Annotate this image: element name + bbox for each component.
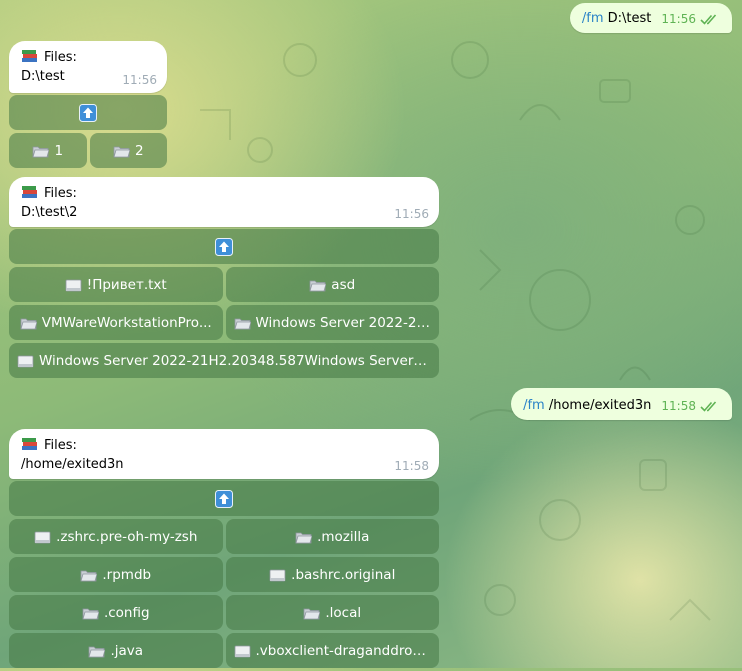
button-label: .mozilla	[317, 528, 370, 545]
command-link[interactable]: /fm	[523, 398, 545, 413]
folder-button[interactable]: .rpmdb	[9, 557, 223, 592]
keyboard-row: VMWareWorkstationPro... Windows Server 20…	[9, 305, 439, 340]
folder-button[interactable]: .local	[225, 595, 439, 630]
button-label: .java	[110, 642, 144, 659]
button-label: .bashrc.original	[291, 566, 396, 583]
file-button[interactable]: .bashrc.original	[225, 557, 439, 592]
keyboard-row: .zshrc.pre-oh-my-zsh .mozilla	[9, 519, 439, 554]
inline-keyboard: .zshrc.pre-oh-my-zsh .mozilla .rpmdb .bashr…	[9, 481, 439, 671]
button-label: .rpmdb	[102, 566, 152, 583]
incoming-message: Files: D:\test\2 11:56	[9, 177, 439, 227]
message-text: /fm /home/exited3n	[523, 398, 651, 413]
message-time: 11:56	[394, 207, 429, 221]
folder-icon	[303, 608, 321, 619]
folder-icon	[32, 146, 50, 157]
button-label: 1	[54, 142, 64, 159]
outgoing-message: /fm D:\test 11:56	[569, 3, 732, 33]
file-button[interactable]: .vboxclient-draganddrop-...	[225, 633, 439, 668]
files-path: D:\test\2	[21, 205, 78, 220]
folder-icon	[82, 608, 99, 619]
books-icon	[22, 438, 37, 450]
file-icon	[34, 531, 51, 543]
arrow-up-icon	[215, 237, 233, 256]
keyboard-row: !Привет.txt asd	[9, 267, 439, 302]
file-icon	[65, 279, 82, 291]
button-label: .local	[325, 604, 362, 621]
folder-button[interactable]: Windows Server 2022-21H...	[225, 305, 439, 340]
button-label: Windows Server 2022-21H2.20348.587Window…	[39, 352, 431, 369]
message-time: 11:56	[122, 73, 157, 87]
parent-directory-button[interactable]	[9, 481, 439, 516]
files-path: /home/exited3n	[21, 457, 124, 472]
files-title: Files:	[44, 186, 77, 201]
arrow-up-icon	[215, 489, 233, 508]
incoming-message: Files: /home/exited3n 11:58	[9, 429, 439, 479]
folder-button[interactable]: asd	[225, 267, 439, 302]
double-check-icon	[700, 400, 717, 412]
folder-icon	[20, 318, 37, 329]
command-argument: /home/exited3n	[548, 398, 652, 413]
file-icon	[269, 569, 286, 581]
parent-directory-button[interactable]	[9, 95, 167, 130]
books-icon	[22, 186, 37, 198]
command-argument: D:\test	[607, 11, 652, 26]
button-label: Windows Server 2022-21H...	[255, 314, 432, 331]
arrow-up-icon	[79, 103, 97, 122]
folder-icon	[309, 280, 327, 291]
double-check-icon	[700, 13, 717, 25]
keyboard-row	[9, 229, 439, 264]
file-button[interactable]: !Привет.txt	[9, 267, 223, 302]
keyboard-row: .java .vboxclient-draganddrop-...	[9, 633, 439, 668]
incoming-message: Files: D:\test 11:56	[9, 41, 167, 93]
button-label: .zshrc.pre-oh-my-zsh	[56, 528, 198, 545]
folder-button[interactable]: .java	[9, 633, 223, 668]
keyboard-row	[9, 95, 167, 130]
keyboard-row: 12	[9, 133, 167, 168]
keyboard-row: .config .local	[9, 595, 439, 630]
folder-icon	[233, 318, 251, 329]
files-title: Files:	[44, 438, 77, 453]
folder-icon	[113, 146, 130, 157]
button-label: !Привет.txt	[86, 276, 167, 293]
books-icon	[22, 50, 37, 62]
outgoing-message: /fm /home/exited3n 11:58	[511, 388, 732, 420]
message-time: 11:56	[661, 12, 696, 26]
folder-button[interactable]: VMWareWorkstationPro...	[9, 305, 223, 340]
file-icon	[17, 355, 34, 367]
button-label: asd	[331, 276, 356, 293]
inline-keyboard: !Привет.txt asd VMWareWorkstationPro... Win…	[9, 229, 439, 381]
inline-keyboard: 12	[9, 95, 167, 171]
keyboard-row: Windows Server 2022-21H2.20348.587Window…	[9, 343, 439, 378]
file-button[interactable]: .zshrc.pre-oh-my-zsh	[9, 519, 223, 554]
message-time: 11:58	[661, 399, 696, 413]
folder-icon	[295, 532, 313, 543]
message-text: /fm D:\test	[582, 11, 652, 26]
file-button[interactable]: Windows Server 2022-21H2.20348.587Window…	[9, 343, 439, 378]
keyboard-row: .rpmdb .bashrc.original	[9, 557, 439, 592]
command-link[interactable]: /fm	[582, 11, 604, 26]
folder-button[interactable]: 1	[9, 133, 87, 168]
file-icon	[234, 645, 250, 657]
folder-button[interactable]: .mozilla	[225, 519, 439, 554]
button-label: .config	[103, 604, 150, 621]
button-label: .vboxclient-draganddrop-...	[255, 642, 432, 659]
folder-icon	[88, 646, 106, 657]
folder-button[interactable]: 2	[89, 133, 167, 168]
button-label: 2	[134, 142, 144, 159]
folder-button[interactable]: .config	[9, 595, 223, 630]
button-label: VMWareWorkstationPro...	[41, 314, 212, 331]
files-title: Files:	[44, 50, 77, 65]
message-time: 11:58	[394, 459, 429, 473]
keyboard-row	[9, 481, 439, 516]
parent-directory-button[interactable]	[9, 229, 439, 264]
folder-icon	[80, 570, 98, 581]
